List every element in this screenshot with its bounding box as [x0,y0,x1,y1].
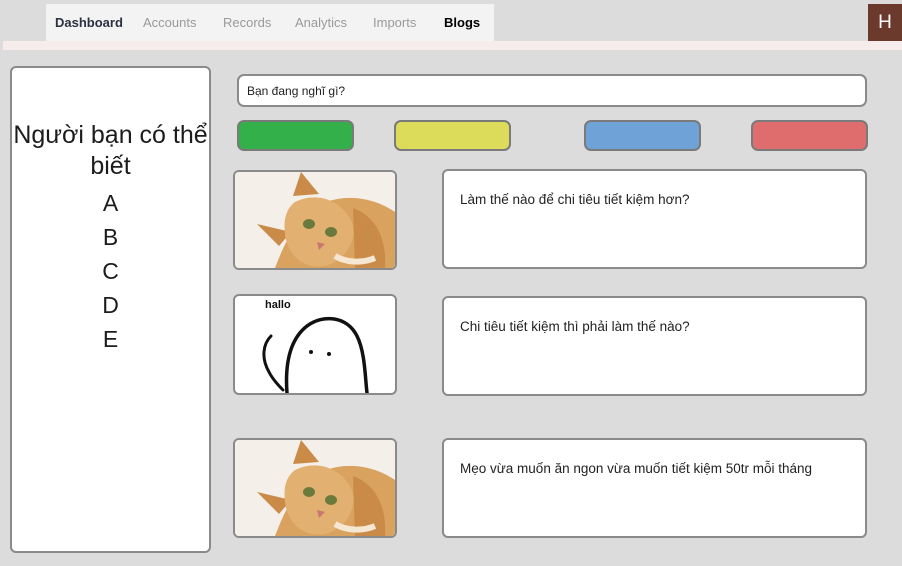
cat-photo-icon [235,440,395,536]
post-image-card[interactable]: hallo [233,294,397,395]
post-text-card[interactable]: Làm thế nào để chi tiêu tiết kiệm hơn? [442,169,867,269]
color-button-green[interactable] [237,120,354,151]
nav-records[interactable]: Records [223,15,271,30]
post-text: Chi tiêu tiết kiệm thì phải làm thế nào? [460,319,690,334]
post-image-card[interactable] [233,438,397,538]
color-button-blue[interactable] [584,120,701,151]
user-avatar[interactable]: H [868,4,902,41]
suggested-friends-title: Người bạn có thể biết [13,121,208,180]
nav-accounts[interactable]: Accounts [143,15,196,30]
suggested-friends-panel: Người bạn có thể biết A B C D E [10,66,211,553]
nav-blogs[interactable]: Blogs [444,15,480,30]
color-button-red[interactable] [751,120,868,151]
friend-item[interactable]: C [12,254,209,288]
nav-analytics[interactable]: Analytics [295,15,347,30]
nav-dashboard[interactable]: Dashboard [55,15,123,30]
friend-item[interactable]: A [12,186,209,220]
image-caption: hallo [265,299,291,311]
friend-item[interactable]: D [12,288,209,322]
post-text: Mẹo vừa muốn ăn ngon vừa muốn tiết kiệm … [460,461,813,476]
header-divider [3,41,902,50]
friend-item[interactable]: B [12,220,209,254]
nav-bar: Dashboard Accounts Records Analytics Imp… [46,4,494,41]
color-button-yellow[interactable] [394,120,511,151]
nav-imports[interactable]: Imports [373,15,416,30]
post-composer-input[interactable] [237,74,867,107]
cat-photo-icon [235,172,395,268]
post-text-card[interactable]: Chi tiêu tiết kiệm thì phải làm thế nào? [442,296,867,396]
suggested-friends-list: A B C D E [12,186,209,356]
post-image-card[interactable] [233,170,397,270]
friend-item[interactable]: E [12,322,209,356]
ghost-doodle-icon [262,316,369,393]
post-text: Làm thế nào để chi tiêu tiết kiệm hơn? [460,192,690,207]
post-text-card[interactable]: Mẹo vừa muốn ăn ngon vừa muốn tiết kiệm … [442,438,867,538]
